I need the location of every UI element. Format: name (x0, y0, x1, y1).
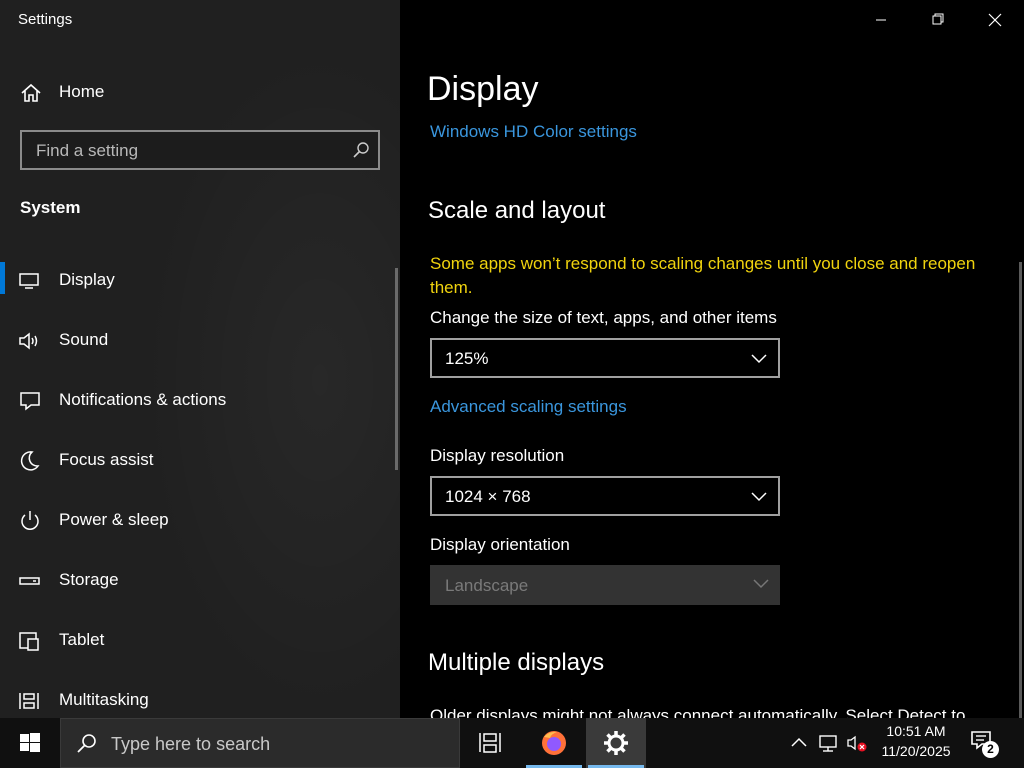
clock-time: 10:51 AM (886, 723, 946, 739)
taskbar-search-box[interactable]: Type here to search (60, 718, 460, 768)
chevron-up-icon[interactable] (788, 732, 810, 754)
resolution-value: 1024 × 768 (445, 487, 531, 506)
taskbar: Type here to search 10:51 AM 11/20/2025 … (0, 718, 1024, 768)
clock-date: 11/20/2025 (881, 743, 951, 759)
search-icon (353, 142, 369, 158)
moon-icon (20, 451, 40, 471)
main-scrollbar[interactable] (1019, 262, 1022, 718)
windows-start-icon[interactable] (0, 718, 60, 768)
chevron-down-icon (751, 354, 767, 364)
task-view-icon[interactable] (460, 718, 520, 768)
taskbar-search-placeholder: Type here to search (111, 734, 271, 754)
sidebar-item-multitasking[interactable]: Multitasking (0, 673, 400, 718)
orientation-label: Display orientation (430, 535, 570, 554)
orientation-value: Landscape (445, 576, 529, 595)
sidebar-item-storage[interactable]: Storage (0, 553, 400, 609)
power-icon (21, 511, 39, 530)
scale-value: 125% (445, 349, 489, 368)
sidebar-item-label: Multitasking (59, 690, 149, 709)
resolution-dropdown[interactable]: 1024 × 768 (430, 476, 780, 516)
sidebar-item-tablet[interactable]: Tablet (0, 613, 400, 669)
restore-icon[interactable] (915, 6, 961, 34)
orientation-dropdown: Landscape (430, 565, 780, 605)
taskbar-firefox[interactable] (524, 718, 584, 768)
tablet-icon (19, 632, 39, 651)
search-icon (77, 734, 96, 753)
sidebar-item-label: Focus assist (59, 450, 154, 469)
sidebar-item-label: Tablet (59, 630, 105, 649)
chevron-down-icon (753, 579, 769, 589)
action-center-button[interactable]: 2 (970, 730, 1000, 758)
storage-icon (19, 577, 40, 585)
scaling-warning: Some apps won’t respond to scaling chang… (430, 254, 976, 297)
sidebar-item-label: Power & sleep (59, 510, 169, 529)
page-title: Display (427, 70, 539, 108)
sidebar-item-home[interactable]: Home (0, 72, 400, 112)
hd-color-settings-link[interactable]: Windows HD Color settings (430, 122, 637, 142)
resolution-label: Display resolution (430, 446, 565, 465)
sidebar-item-display[interactable]: Display (0, 253, 400, 309)
sidebar-item-notifications[interactable]: Notifications & actions (0, 373, 400, 429)
scale-layout-heading: Scale and layout (428, 197, 606, 224)
notification-icon (20, 392, 40, 411)
notification-count-badge: 2 (982, 741, 999, 758)
multitasking-icon (19, 693, 39, 709)
monitor-icon (19, 273, 39, 289)
main-content: Display Windows HD Color settings Scale … (400, 0, 1024, 718)
sidebar-item-power-sleep[interactable]: Power & sleep (0, 493, 400, 549)
sidebar-item-label: Sound (59, 330, 109, 349)
sidebar-item-focus-assist[interactable]: Focus assist (0, 433, 400, 489)
multiple-displays-description: Older displays might not always connect … (430, 706, 966, 718)
speaker-icon (19, 332, 38, 350)
close-icon[interactable] (972, 6, 1018, 34)
app-title: Settings (18, 11, 73, 28)
scale-dropdown[interactable]: 125% (430, 338, 780, 378)
find-setting-placeholder: Find a setting (36, 141, 139, 160)
volume-muted-icon[interactable] (846, 732, 868, 754)
taskbar-settings[interactable] (586, 718, 646, 768)
sidebar-scrollbar[interactable] (395, 268, 398, 470)
gear-icon (604, 731, 628, 755)
sidebar-item-sound[interactable]: Sound (0, 313, 400, 369)
home-icon (21, 83, 41, 102)
scale-label: Change the size of text, apps, and other… (430, 308, 777, 327)
multiple-displays-heading: Multiple displays (428, 649, 605, 676)
home-label: Home (59, 82, 105, 101)
sidebar: Settings Home Find a setting System Disp… (0, 0, 400, 718)
sidebar-item-label: Display (59, 270, 115, 289)
find-setting-input[interactable]: Find a setting (20, 130, 380, 170)
sidebar-item-label: Storage (59, 570, 119, 589)
advanced-scaling-link[interactable]: Advanced scaling settings (430, 397, 627, 417)
chevron-down-icon (751, 492, 767, 502)
network-icon[interactable] (817, 732, 839, 754)
sidebar-item-label: Notifications & actions (59, 390, 227, 409)
firefox-icon (542, 731, 566, 755)
section-heading-system: System (20, 198, 81, 217)
taskbar-clock[interactable]: 10:51 AM 11/20/2025 (872, 721, 960, 761)
minimize-icon[interactable] (858, 6, 904, 34)
